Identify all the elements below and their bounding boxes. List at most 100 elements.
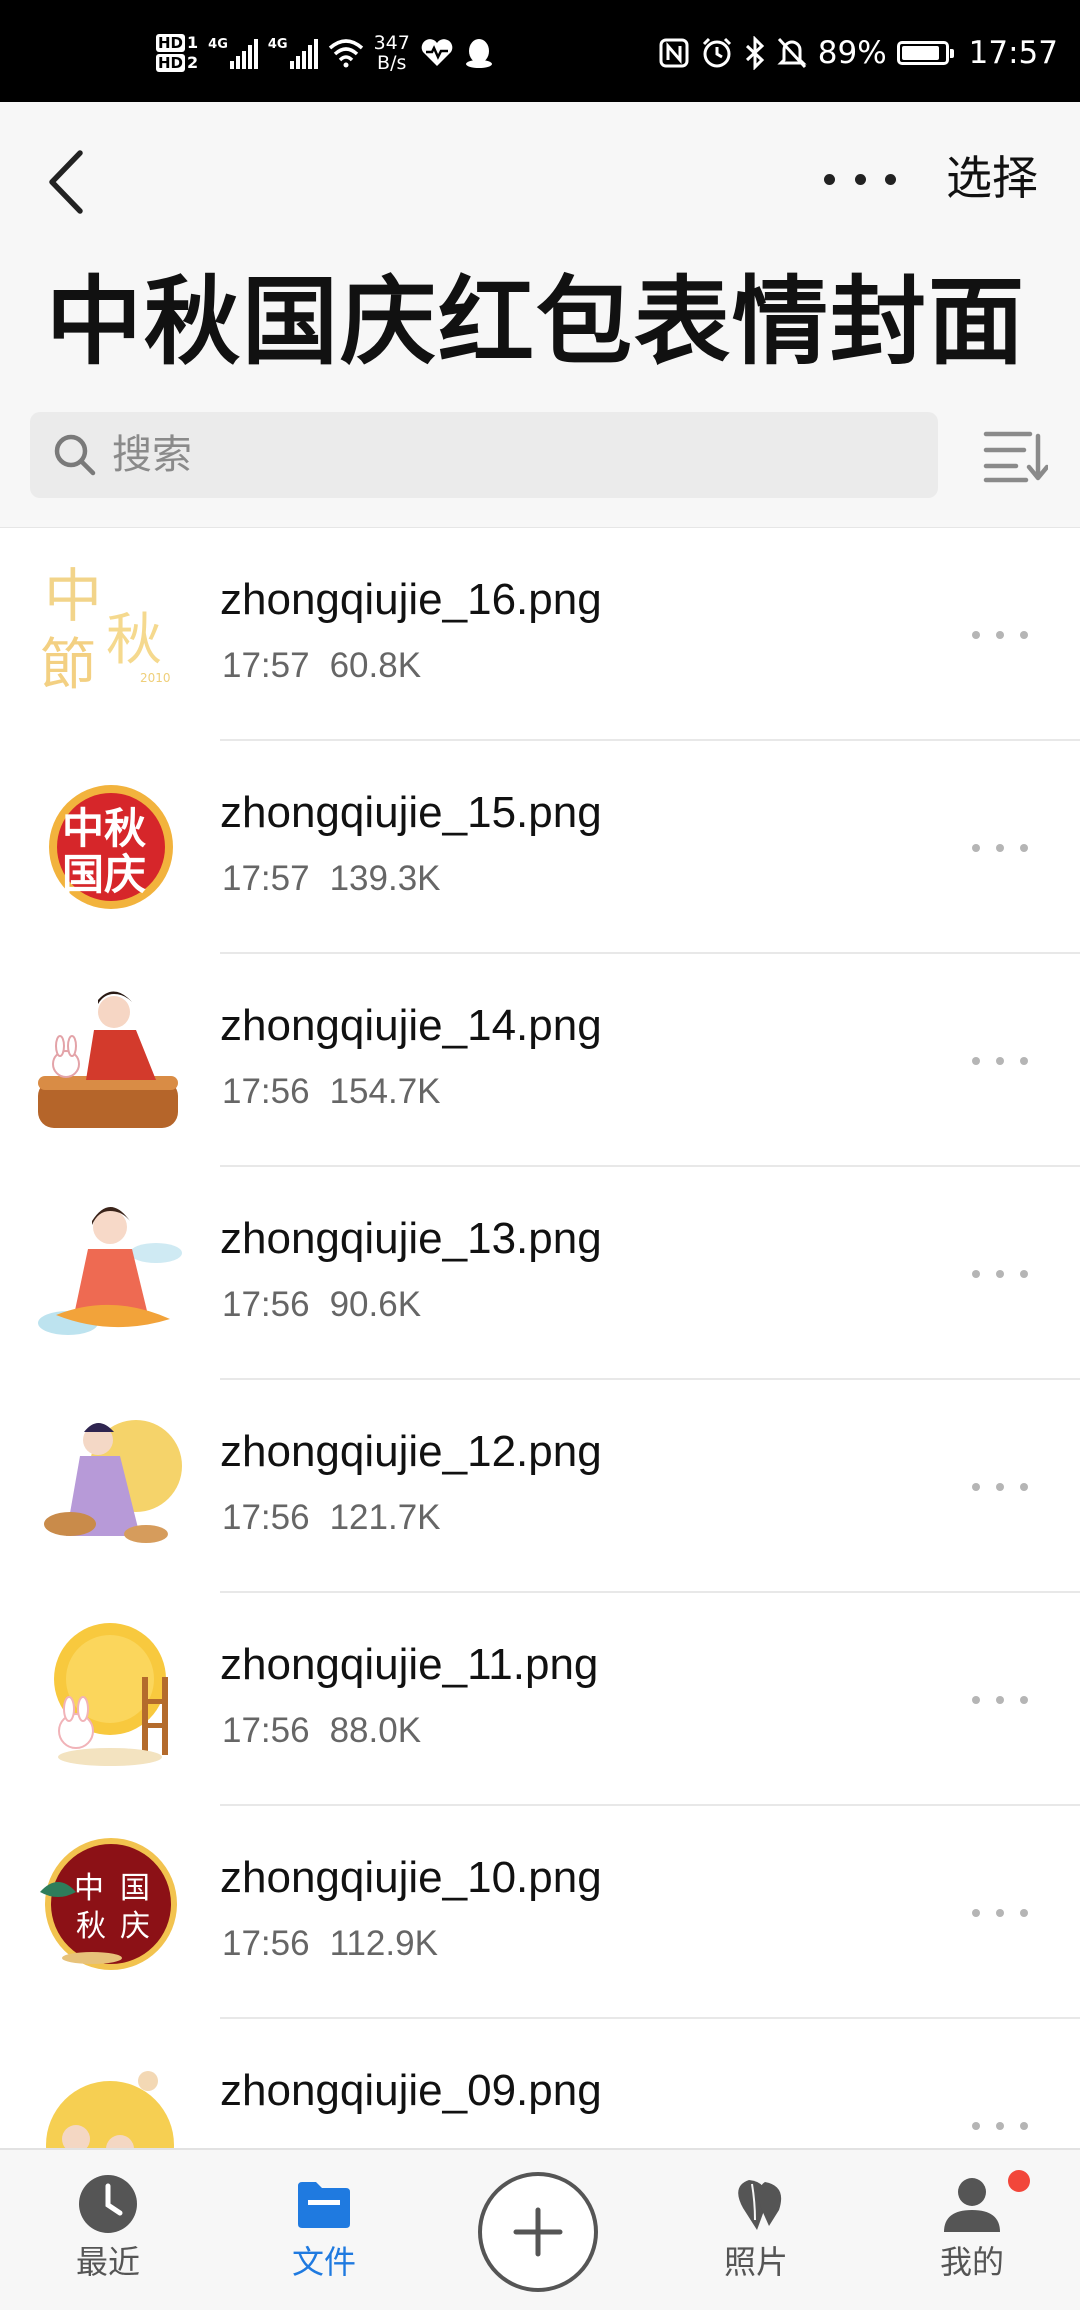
- file-meta: 17:56 88.0K: [222, 1709, 421, 1753]
- file-name: zhongqiujie_09.png: [220, 2066, 602, 2115]
- qq-penguin-icon: [465, 39, 492, 68]
- file-time: 17:56: [222, 1498, 310, 1537]
- file-browser-screen: HD 1 HD 2 4G 4G 347 B/s 89% 17:57 选择 中秋国…: [0, 0, 1080, 2310]
- search-bar[interactable]: [30, 412, 938, 498]
- add-button[interactable]: [478, 2172, 598, 2292]
- file-time: 17:56: [222, 1285, 310, 1324]
- file-name: zhongqiujie_16.png: [220, 575, 602, 624]
- more-dot: [854, 173, 866, 185]
- bluetooth-icon: [745, 36, 764, 70]
- file-more-button[interactable]: [972, 1685, 1028, 1715]
- file-name: zhongqiujie_11.png: [220, 1640, 599, 1689]
- page-title: 中秋国庆红包表情封面: [46, 266, 1026, 378]
- file-size: 90.6K: [329, 1285, 422, 1324]
- nav-recent-label: 最近: [75, 2243, 140, 2281]
- file-time: 17:56: [222, 1924, 310, 1963]
- sort-button[interactable]: [982, 422, 1050, 488]
- svg-text:中秋: 中秋: [62, 804, 146, 853]
- file-row[interactable]: 中 秋 節 2010 zhongqiujie_16.png 17:57 60.8…: [0, 528, 1080, 741]
- file-size: 88.0K: [329, 1711, 422, 1750]
- file-thumbnail: [36, 1193, 186, 1343]
- file-thumbnail: 中秋 国庆: [36, 767, 186, 917]
- more-options-button[interactable]: [824, 157, 896, 201]
- file-row[interactable]: zhongqiujie_09.png: [0, 2019, 1080, 2148]
- status-time: 17:57: [968, 35, 1058, 71]
- bottom-navigation: 最近 文件 照片 我的: [0, 2148, 1080, 2310]
- more-dot: [824, 173, 835, 185]
- nav-photos[interactable]: 照片: [676, 2150, 836, 2310]
- file-name: zhongqiujie_10.png: [220, 1853, 602, 1902]
- file-meta: 17:56 112.9K: [222, 1922, 438, 1966]
- back-button[interactable]: [36, 142, 96, 222]
- file-row[interactable]: zhongqiujie_12.png 17:56 121.7K: [0, 1380, 1080, 1593]
- status-bar: HD 1 HD 2 4G 4G 347 B/s 89% 17:57: [0, 0, 1080, 102]
- svg-text:秋: 秋: [106, 608, 162, 673]
- file-row[interactable]: zhongqiujie_11.png 17:56 88.0K: [0, 1593, 1080, 1806]
- health-heart-icon: [421, 39, 453, 66]
- file-size: 139.3K: [329, 859, 441, 898]
- file-row[interactable]: 中秋 国庆 zhongqiujie_15.png 17:57 139.3K: [0, 741, 1080, 954]
- file-size: 60.8K: [329, 646, 422, 685]
- battery-percent: 89%: [817, 35, 887, 71]
- svg-text:秋: 秋: [76, 1909, 106, 1944]
- file-meta: 17:57 139.3K: [222, 857, 441, 901]
- nav-files-label: 文件: [291, 2243, 356, 2281]
- user-icon: [944, 2178, 1000, 2232]
- svg-text:庆: 庆: [120, 1909, 150, 1944]
- file-size: 154.7K: [329, 1072, 441, 1111]
- file-thumbnail: [36, 2045, 186, 2148]
- signal-icon-sim2: 4G: [268, 37, 318, 69]
- file-thumbnail: [36, 980, 186, 1130]
- status-right-group: 89% 17:57: [658, 28, 1058, 78]
- sort-icon: [983, 431, 1050, 483]
- nav-recent[interactable]: 最近: [28, 2150, 188, 2310]
- file-meta: 17:56 90.6K: [222, 1283, 421, 1327]
- svg-text:国庆: 国庆: [62, 850, 146, 899]
- file-name: zhongqiujie_13.png: [220, 1214, 602, 1263]
- hd-indicator-1: HD 1: [156, 33, 199, 52]
- clock-icon: [79, 2175, 137, 2233]
- svg-text:中: 中: [44, 562, 102, 630]
- search-icon: [54, 434, 96, 476]
- select-button[interactable]: 选择: [946, 148, 1038, 208]
- photos-icon: [738, 2180, 782, 2230]
- file-time: 17:57: [222, 646, 310, 685]
- file-meta: 17:56 154.7K: [222, 1070, 441, 1114]
- file-more-button[interactable]: [972, 2111, 1028, 2141]
- search-input[interactable]: [110, 431, 894, 479]
- file-more-button[interactable]: [972, 1259, 1028, 1289]
- plus-icon: [513, 2207, 563, 2257]
- header: 选择 中秋国庆红包表情封面: [0, 102, 1080, 528]
- file-thumbnail: 中 秋 節 2010: [36, 554, 186, 704]
- battery-icon: [896, 41, 954, 65]
- file-size: 121.7K: [329, 1498, 441, 1537]
- mute-bell-icon: [777, 37, 807, 69]
- nav-files[interactable]: 文件: [244, 2150, 404, 2310]
- file-name: zhongqiujie_12.png: [220, 1427, 602, 1476]
- wifi-icon: [328, 39, 363, 68]
- chevron-left-icon: [49, 150, 83, 214]
- file-more-button[interactable]: [972, 833, 1028, 863]
- alarm-icon: [702, 37, 731, 68]
- file-row[interactable]: zhongqiujie_14.png 17:56 154.7K: [0, 954, 1080, 1167]
- file-more-button[interactable]: [972, 1472, 1028, 1502]
- file-list: 中 秋 節 2010 zhongqiujie_16.png 17:57 60.8…: [0, 528, 1080, 2148]
- file-thumbnail: [36, 1406, 186, 1556]
- signal-icon-sim1: 4G: [208, 37, 258, 69]
- file-more-button[interactable]: [972, 620, 1028, 650]
- nav-photos-label: 照片: [723, 2243, 788, 2281]
- file-thumbnail: [36, 1619, 186, 1769]
- file-more-button[interactable]: [972, 1046, 1028, 1076]
- file-time: 17:56: [222, 1072, 310, 1111]
- file-row[interactable]: zhongqiujie_13.png 17:56 90.6K: [0, 1167, 1080, 1380]
- nfc-icon: [659, 38, 689, 68]
- file-row[interactable]: 中 国 秋 庆 zhongqiujie_10.png 17:56 112.9K: [0, 1806, 1080, 2019]
- svg-text:2010: 2010: [140, 671, 171, 685]
- svg-text:国: 国: [120, 1871, 150, 1906]
- file-more-button[interactable]: [972, 1898, 1028, 1928]
- file-meta: 17:56 121.7K: [222, 1496, 441, 1540]
- nav-mine-label: 我的: [939, 2243, 1004, 2281]
- file-time: 17:56: [222, 1711, 310, 1750]
- hd-voice-indicators: HD 1 HD 2: [156, 34, 198, 72]
- svg-text:中: 中: [74, 1871, 104, 1906]
